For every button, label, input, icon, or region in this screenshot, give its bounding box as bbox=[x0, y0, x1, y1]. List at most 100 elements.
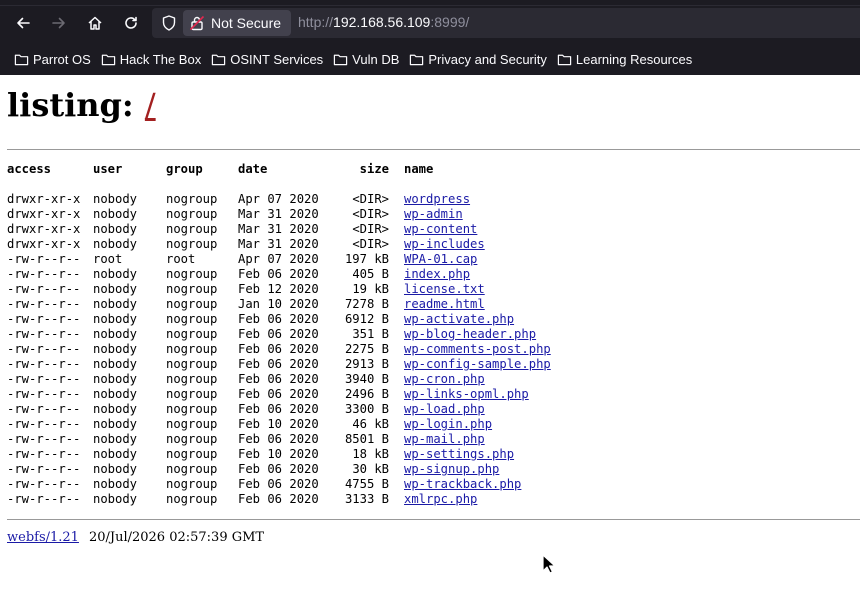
file-link[interactable]: wp-content bbox=[404, 222, 477, 236]
address-bar[interactable]: Not Secure http://192.168.56.109:8999/ bbox=[152, 8, 860, 38]
cell-name: wp-cron.php bbox=[404, 372, 485, 386]
cell-user: nobody bbox=[93, 357, 138, 371]
cell-name: wp-content bbox=[404, 222, 477, 236]
cell-size: <DIR> bbox=[352, 237, 389, 251]
security-label: Not Secure bbox=[211, 15, 282, 31]
url-text[interactable]: http://192.168.56.109:8999/ bbox=[298, 14, 469, 30]
cell-name: readme.html bbox=[404, 297, 485, 311]
cell-date: Feb 10 2020 bbox=[238, 417, 319, 431]
folder-icon bbox=[333, 54, 348, 65]
cell-size: 30 kB bbox=[352, 462, 389, 476]
file-link[interactable]: wp-activate.php bbox=[404, 312, 514, 326]
bookmark-parrot-os[interactable]: Parrot OS bbox=[10, 46, 95, 72]
cell-name: wp-includes bbox=[404, 237, 485, 251]
cell-date: Feb 12 2020 bbox=[238, 282, 319, 296]
page-title-prefix: listing: bbox=[7, 86, 145, 124]
file-link[interactable]: wp-includes bbox=[404, 237, 485, 251]
cell-date: Apr 07 2020 bbox=[238, 192, 319, 206]
cell-group: nogroup bbox=[166, 492, 218, 506]
cell-size: 2496 B bbox=[344, 387, 389, 401]
cell-name: wp-config-sample.php bbox=[404, 357, 551, 371]
cell-size: 3300 B bbox=[344, 402, 389, 416]
bookmark-label: Privacy and Security bbox=[428, 51, 547, 67]
cell-access: -rw-r--r-- bbox=[7, 282, 81, 296]
cell-user: root bbox=[93, 252, 123, 266]
cell-date: Feb 06 2020 bbox=[238, 462, 319, 476]
file-link[interactable]: WPA-01.cap bbox=[404, 252, 477, 266]
reload-button[interactable] bbox=[117, 9, 145, 37]
file-link[interactable]: wp-cron.php bbox=[404, 372, 485, 386]
folder-icon bbox=[14, 54, 29, 65]
file-link[interactable]: wp-trackback.php bbox=[404, 477, 521, 491]
file-link[interactable]: wp-blog-header.php bbox=[404, 327, 536, 341]
bookmark-osint-services[interactable]: OSINT Services bbox=[207, 46, 327, 72]
bookmark-privacy-and-security[interactable]: Privacy and Security bbox=[405, 46, 551, 72]
column-header-size: size bbox=[359, 162, 389, 176]
bookmark-learning-resources[interactable]: Learning Resources bbox=[553, 46, 696, 72]
cell-user: nobody bbox=[93, 237, 138, 251]
cell-user: nobody bbox=[93, 222, 138, 236]
file-link[interactable]: wp-comments-post.php bbox=[404, 342, 551, 356]
bookmark-vuln-db[interactable]: Vuln DB bbox=[329, 46, 403, 72]
cell-group: nogroup bbox=[166, 417, 218, 431]
cell-date: Mar 31 2020 bbox=[238, 207, 319, 221]
cell-size: 3940 B bbox=[344, 372, 389, 386]
cell-group: nogroup bbox=[166, 342, 218, 356]
security-indicator[interactable]: Not Secure bbox=[183, 10, 291, 36]
cell-name: wordpress bbox=[404, 192, 470, 206]
file-link[interactable]: wordpress bbox=[404, 192, 470, 206]
cell-size: 197 kB bbox=[344, 252, 389, 266]
cell-date: Feb 06 2020 bbox=[238, 492, 319, 506]
file-link[interactable]: license.txt bbox=[404, 282, 485, 296]
root-path-link[interactable]: / bbox=[145, 86, 156, 124]
file-link[interactable]: wp-admin bbox=[404, 207, 463, 221]
forward-button[interactable] bbox=[45, 9, 73, 37]
bookmarks-toolbar: Parrot OS Hack The Box OSINT Services Vu… bbox=[0, 46, 698, 72]
cell-date: Feb 06 2020 bbox=[238, 402, 319, 416]
file-link[interactable]: wp-settings.php bbox=[404, 447, 514, 461]
cell-user: nobody bbox=[93, 207, 138, 221]
cell-user: nobody bbox=[93, 297, 138, 311]
page-title: listing: / bbox=[7, 86, 156, 124]
cell-user: nobody bbox=[93, 417, 138, 431]
file-link[interactable]: wp-mail.php bbox=[404, 432, 485, 446]
home-button[interactable] bbox=[81, 9, 109, 37]
bookmark-hack-the-box[interactable]: Hack The Box bbox=[97, 46, 205, 72]
cell-size: 6912 B bbox=[344, 312, 389, 326]
cell-group: nogroup bbox=[166, 462, 218, 476]
cell-group: nogroup bbox=[166, 237, 218, 251]
server-footer: webfs/1.21 20/Jul/2026 02:57:39 GMT bbox=[7, 530, 264, 545]
file-link[interactable]: xmlrpc.php bbox=[404, 492, 477, 506]
file-link[interactable]: wp-config-sample.php bbox=[404, 357, 551, 371]
cell-user: nobody bbox=[93, 312, 138, 326]
cell-name: xmlrpc.php bbox=[404, 492, 477, 506]
cell-name: WPA-01.cap bbox=[404, 252, 477, 266]
cell-group: nogroup bbox=[166, 312, 218, 326]
cell-group: nogroup bbox=[166, 327, 218, 341]
cell-access: -rw-r--r-- bbox=[7, 462, 81, 476]
cell-size: 351 B bbox=[352, 327, 389, 341]
server-timestamp: 20/Jul/2026 02:57:39 GMT bbox=[88, 530, 265, 545]
cell-access: -rw-r--r-- bbox=[7, 417, 81, 431]
file-link[interactable]: wp-load.php bbox=[404, 402, 485, 416]
cell-group: nogroup bbox=[166, 372, 218, 386]
file-link[interactable]: wp-login.php bbox=[404, 417, 492, 431]
cell-group: nogroup bbox=[166, 357, 218, 371]
shield-icon[interactable] bbox=[160, 14, 178, 32]
file-link[interactable]: index.php bbox=[404, 267, 470, 281]
divider-bottom bbox=[7, 519, 860, 520]
back-button[interactable] bbox=[9, 9, 37, 37]
file-link[interactable]: wp-links-opml.php bbox=[404, 387, 529, 401]
url-host: 192.168.56.109 bbox=[333, 14, 431, 30]
cell-group: nogroup bbox=[166, 297, 218, 311]
cell-size: 2275 B bbox=[344, 342, 389, 356]
cell-access: drwxr-xr-x bbox=[7, 222, 81, 236]
server-version-link[interactable]: webfs/1.21 bbox=[7, 530, 79, 545]
cell-date: Feb 06 2020 bbox=[238, 432, 319, 446]
file-link[interactable]: wp-signup.php bbox=[404, 462, 499, 476]
divider-top bbox=[7, 149, 860, 150]
cell-user: nobody bbox=[93, 432, 138, 446]
file-link[interactable]: readme.html bbox=[404, 297, 485, 311]
cell-user: nobody bbox=[93, 492, 138, 506]
cell-name: wp-settings.php bbox=[404, 447, 514, 461]
